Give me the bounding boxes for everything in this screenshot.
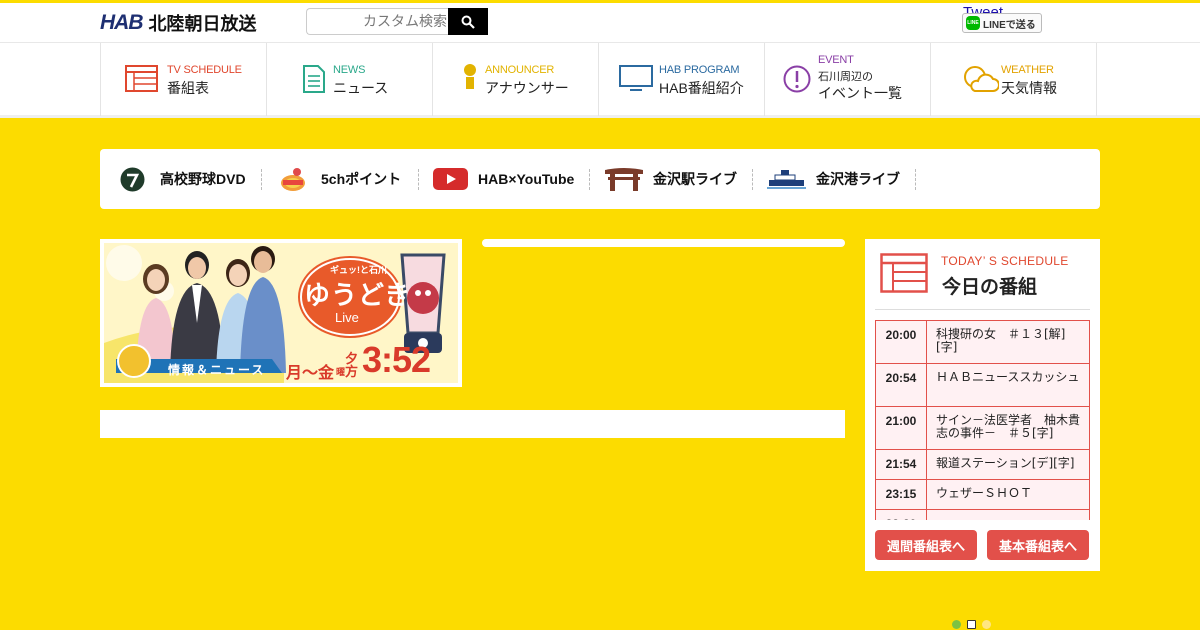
link-baseball-dvd-label: 高校野球DVD bbox=[160, 171, 246, 187]
schedule-program: … bbox=[926, 509, 1090, 520]
nav-tv-schedule[interactable]: TV SCHEDULE 番組表 bbox=[101, 43, 267, 116]
nav-news-jp: ニュース bbox=[333, 80, 389, 96]
schedule-grid-icon bbox=[125, 65, 158, 92]
schedule-title-jp: 今日の番組 bbox=[942, 277, 1038, 298]
link-youtube-label: HAB×YouTube bbox=[478, 171, 575, 187]
weekly-schedule-button[interactable]: 週間番組表へ bbox=[875, 530, 977, 560]
search-button[interactable] bbox=[448, 8, 488, 35]
search-icon bbox=[461, 15, 475, 29]
nav-news-en: NEWS bbox=[333, 64, 366, 76]
slider-dots bbox=[952, 620, 991, 629]
link-baseball-dvd[interactable]: 高校野球DVD bbox=[120, 167, 246, 191]
schedule-row[interactable]: 21:00 サイン－法医学者 柚木貴志の事件－ ＃５[字] bbox=[875, 406, 1090, 450]
nav-weather-jp: 天気情報 bbox=[1001, 80, 1057, 96]
link-divider bbox=[915, 169, 916, 190]
nav-event-jp-line1: 石川周辺の bbox=[818, 71, 873, 83]
schedule-row[interactable]: 21:54 報道ステーション[デ][字] bbox=[875, 449, 1090, 480]
link-divider bbox=[261, 169, 262, 190]
5ch-point-icon bbox=[281, 168, 305, 191]
nav-announcer[interactable]: ANNOUNCER アナウンサー bbox=[433, 43, 599, 116]
schedule-grid-icon bbox=[880, 253, 928, 293]
banner-program-sub: Live bbox=[335, 310, 359, 325]
link-divider bbox=[418, 169, 419, 190]
sun-cloud-icon bbox=[964, 66, 999, 92]
banner-caption: 情報＆ニュース bbox=[168, 363, 266, 377]
kanazawa-station-icon bbox=[605, 168, 643, 191]
nav-announcer-jp: アナウンサー bbox=[485, 80, 569, 96]
youtube-icon bbox=[433, 168, 468, 190]
schedule-time: 21:00 bbox=[875, 406, 927, 450]
line-share-label: LINEで送る bbox=[983, 19, 1036, 31]
link-youtube[interactable]: HAB×YouTube bbox=[433, 167, 574, 191]
schedule-row[interactable]: 20:54 ＨＡＢニューススカッシュ bbox=[875, 363, 1090, 407]
nav-weather-en: WEATHER bbox=[1001, 64, 1054, 76]
nav-event-jp-line2: イベント一覧 bbox=[818, 85, 902, 101]
logo-text: 北陸朝日放送 bbox=[148, 14, 257, 34]
search-box bbox=[306, 8, 488, 35]
person-icon bbox=[464, 64, 476, 89]
line-icon: LINE bbox=[966, 16, 980, 30]
nav-tv-schedule-jp: 番組表 bbox=[167, 80, 209, 96]
logo-mark: HAB bbox=[100, 11, 143, 34]
link-5ch-point-label: 5chポイント bbox=[321, 171, 402, 187]
slider-dot[interactable] bbox=[982, 620, 991, 629]
banner-days: 月～金 bbox=[286, 365, 335, 382]
nav-news[interactable]: NEWS ニュース bbox=[267, 43, 433, 116]
schedule-time: 20:54 bbox=[875, 363, 927, 407]
schedule-program: ＨＡＢニューススカッシュ bbox=[926, 363, 1090, 407]
schedule-program: サイン－法医学者 柚木貴志の事件－ ＃５[字] bbox=[926, 406, 1090, 450]
nav-hab-program-jp: HAB番組紹介 bbox=[659, 80, 744, 96]
monitor-icon bbox=[619, 65, 653, 91]
link-5ch-point[interactable]: 5chポイント bbox=[279, 167, 401, 191]
schedule-time: 20:00 bbox=[875, 320, 927, 364]
schedule-program: 報道ステーション[デ][字] bbox=[926, 449, 1090, 480]
schedule-row[interactable]: 20:00 科捜研の女 ＃１３[解][字] bbox=[875, 320, 1090, 364]
link-divider bbox=[589, 169, 590, 190]
site-header: HAB 北陸朝日放送 Tweet LINE LINEで送る bbox=[0, 0, 1200, 42]
basic-schedule-button[interactable]: 基本番組表へ bbox=[987, 530, 1089, 560]
schedule-time: 23:20 bbox=[875, 509, 927, 520]
schedule-divider bbox=[875, 309, 1090, 310]
todays-schedule-panel: TODAY’ S SCHEDULE 今日の番組 20:00 科捜研の女 ＃１３[… bbox=[865, 239, 1100, 571]
schedule-time: 23:15 bbox=[875, 479, 927, 510]
main-nav: TV SCHEDULE 番組表 NEWS ニュース ANNOUNCER アナウン… bbox=[0, 42, 1200, 118]
kanazawa-port-icon bbox=[767, 170, 806, 189]
nav-event[interactable]: EVENT 石川周辺の イベント一覧 bbox=[765, 43, 931, 116]
program-banner-yudoki[interactable]: ギュッ!と石川 ゆうどき Live 情報＆ニュース 月～金 曜 夕方 3:52 bbox=[100, 239, 462, 387]
nav-tv-schedule-en: TV SCHEDULE bbox=[167, 64, 242, 76]
link-divider bbox=[752, 169, 753, 190]
slider-track bbox=[482, 239, 845, 247]
schedule-list[interactable]: 20:00 科捜研の女 ＃１３[解][字] 20:54 ＨＡＢニューススカッシュ… bbox=[875, 320, 1090, 520]
nav-event-en: EVENT bbox=[818, 54, 854, 66]
slider-dot[interactable] bbox=[967, 620, 976, 629]
banner-day-suffix: 曜 bbox=[336, 367, 346, 377]
quick-links-bar: 高校野球DVD 5chポイント HAB×YouTube 金沢駅ライブ 金沢港ライ… bbox=[100, 149, 1100, 209]
slider-dot[interactable] bbox=[952, 620, 961, 629]
banner-time-label: 夕方 bbox=[345, 351, 359, 379]
line-share-button[interactable]: LINE LINEで送る bbox=[962, 13, 1042, 33]
schedule-program: 科捜研の女 ＃１３[解][字] bbox=[926, 320, 1090, 364]
nav-hab-program[interactable]: HAB PROGRAM HAB番組紹介 bbox=[599, 43, 765, 116]
content-placeholder-bar bbox=[100, 410, 845, 438]
nav-hab-program-en: HAB PROGRAM bbox=[659, 64, 740, 76]
baseball-dvd-icon bbox=[120, 167, 145, 191]
schedule-time: 21:54 bbox=[875, 449, 927, 480]
link-kanazawa-port[interactable]: 金沢港ライブ bbox=[767, 167, 900, 191]
nav-announcer-en: ANNOUNCER bbox=[485, 64, 555, 76]
site-logo[interactable]: HAB 北陸朝日放送 bbox=[100, 11, 257, 34]
banner-program-title: ゆうどき bbox=[304, 280, 412, 310]
nav-weather[interactable]: WEATHER 天気情報 bbox=[931, 43, 1097, 116]
link-kanazawa-station-label: 金沢駅ライブ bbox=[653, 171, 737, 187]
exclamation-icon bbox=[783, 65, 811, 93]
link-kanazawa-station[interactable]: 金沢駅ライブ bbox=[605, 167, 737, 191]
search-input[interactable] bbox=[306, 8, 448, 35]
news-doc-icon bbox=[303, 65, 325, 93]
schedule-row[interactable]: 23:20 … bbox=[875, 509, 1090, 520]
link-kanazawa-port-label: 金沢港ライブ bbox=[816, 171, 900, 187]
banner-time: 3:52 bbox=[362, 339, 431, 380]
schedule-row[interactable]: 23:15 ウェザーＳＨＯＴ bbox=[875, 479, 1090, 510]
schedule-program: ウェザーＳＨＯＴ bbox=[926, 479, 1090, 510]
schedule-title-en: TODAY’ S SCHEDULE bbox=[941, 254, 1069, 268]
